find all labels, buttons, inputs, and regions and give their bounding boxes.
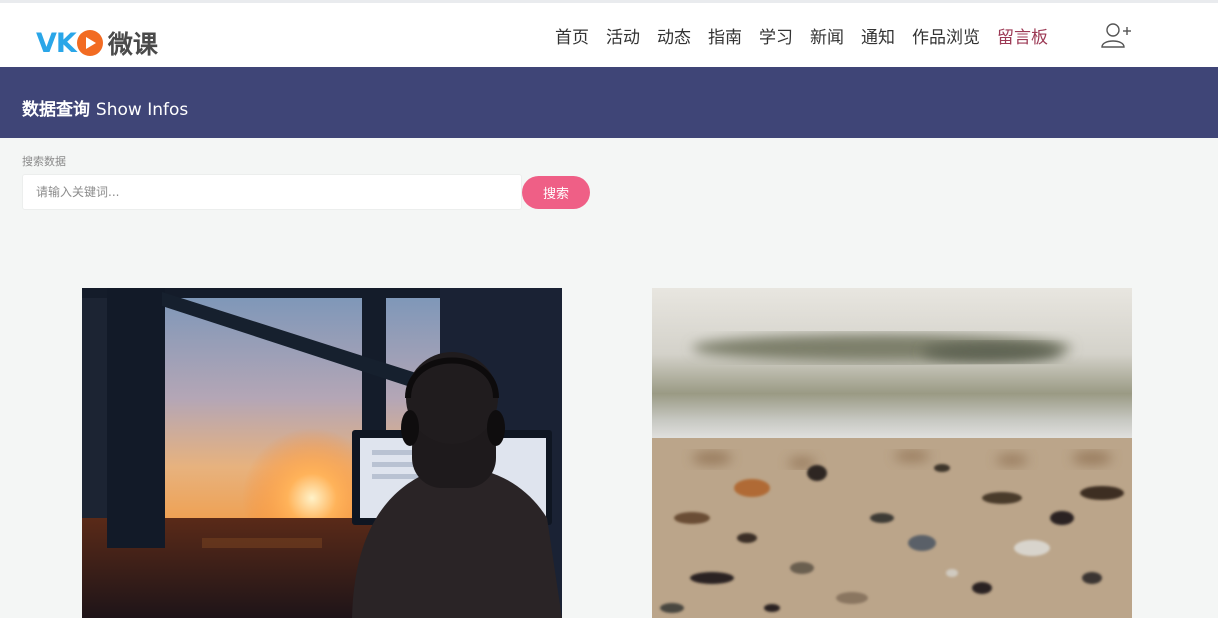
person-at-computer-photo: [82, 288, 562, 618]
nav-item-activities[interactable]: 活动: [606, 25, 640, 51]
nav-item-guide[interactable]: 指南: [708, 25, 742, 51]
nav-item-works[interactable]: 作品浏览: [912, 25, 980, 51]
logo-letter-k: K: [55, 27, 77, 59]
page-banner: 数据查询 Show Infos: [0, 67, 1218, 138]
logo[interactable]: V K 微课: [36, 27, 158, 60]
page-title: 数据查询 Show Infos: [22, 95, 188, 120]
nav-item-message-board[interactable]: 留言板: [997, 25, 1048, 51]
image-card[interactable]: [82, 288, 562, 618]
search-panel: 搜索数据 搜索: [0, 138, 595, 220]
nav-item-notices[interactable]: 通知: [861, 25, 895, 51]
page-title-en: Show Infos: [95, 100, 189, 120]
pebble-beach-photo: [652, 288, 1132, 618]
page-title-cn: 数据查询: [22, 100, 90, 120]
play-icon: [76, 30, 103, 56]
logo-text: 微课: [107, 30, 158, 59]
site-header: V K 微课 首页 活动 动态 指南 学习 新闻 通知 作品浏览 留言板: [0, 3, 1218, 67]
image-card[interactable]: [652, 288, 1132, 618]
search-label: 搜索数据: [22, 155, 66, 168]
search-input[interactable]: [22, 174, 522, 210]
nav-item-news[interactable]: 新闻: [810, 25, 844, 51]
nav-item-learning[interactable]: 学习: [759, 25, 793, 51]
logo-letter-v: V: [36, 27, 57, 59]
user-add-icon[interactable]: [1100, 22, 1134, 50]
search-button[interactable]: 搜索: [522, 176, 590, 209]
main-nav: 首页 活动 动态 指南 学习 新闻 通知 作品浏览 留言板: [555, 25, 1065, 51]
nav-item-home[interactable]: 首页: [555, 25, 589, 51]
nav-item-updates[interactable]: 动态: [657, 25, 691, 51]
